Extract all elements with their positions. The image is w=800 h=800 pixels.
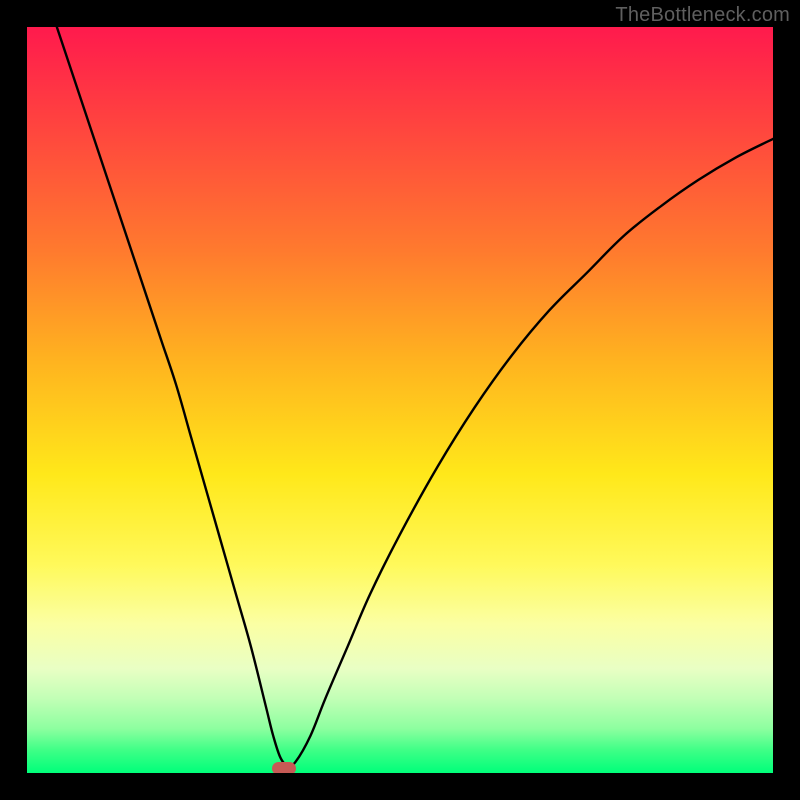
optimal-marker <box>272 762 296 773</box>
chart-frame: TheBottleneck.com <box>0 0 800 800</box>
bottleneck-curve <box>57 27 773 766</box>
curve-layer <box>27 27 773 773</box>
plot-area <box>27 27 773 773</box>
watermark-text: TheBottleneck.com <box>615 4 790 27</box>
